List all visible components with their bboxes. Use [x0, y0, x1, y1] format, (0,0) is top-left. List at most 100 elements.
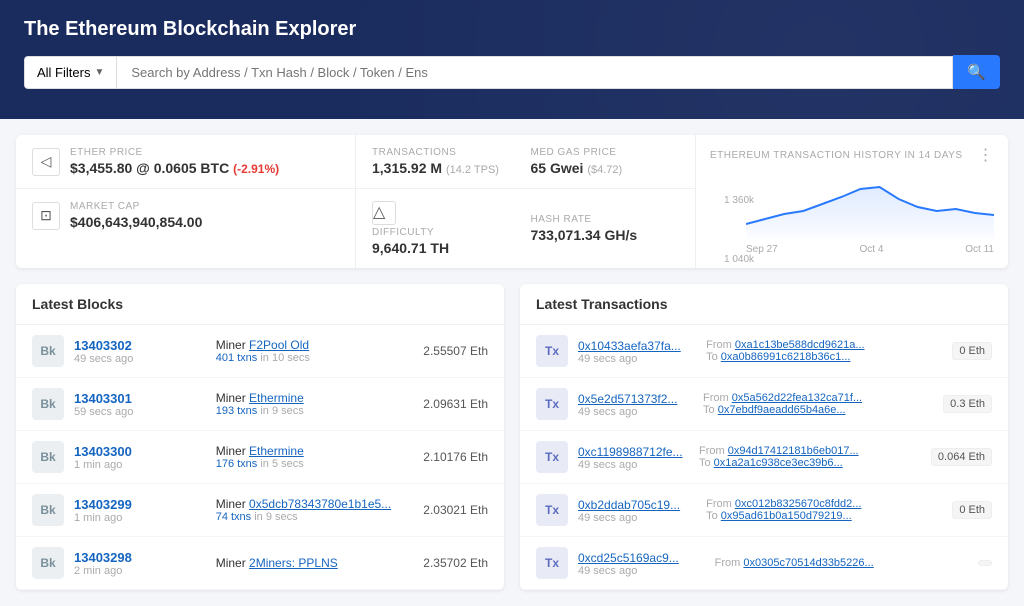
chart-x-label-3: Oct 11 [965, 244, 994, 255]
latest-blocks-panel: Latest Blocks Bk 13403302 49 secs ago Mi… [16, 284, 504, 590]
latest-transactions-panel: Latest Transactions Tx 0x10433aefa37fa..… [520, 284, 1008, 590]
tx-amount: 0 Eth [952, 501, 992, 519]
block-miner: Miner Ethermine [216, 444, 414, 458]
ether-price-value: $3,455.80 @ 0.0605 BTC (-2.91%) [70, 160, 339, 176]
search-input[interactable] [116, 56, 953, 89]
tx-time: 49 secs ago [578, 459, 689, 471]
tx-time: 49 secs ago [578, 406, 693, 418]
stats-panel: ◁ ETHER PRICE $3,455.80 @ 0.0605 BTC (-2… [16, 135, 1008, 268]
block-reward: 2.03021 Eth [423, 503, 488, 517]
from-address[interactable]: 0xc012b8325670c8fdd2... [735, 498, 862, 510]
block-miner: Miner 0x5dcb78343780e1b1e5... [216, 497, 414, 511]
stats-middle: TRANSACTIONS 1,315.92 M (14.2 TPS) MED G… [356, 135, 696, 268]
tx-to: To 0x7ebdf9aeadd65b4a6e... [703, 404, 933, 416]
block-reward: 2.09631 Eth [423, 397, 488, 411]
block-number[interactable]: 13403302 [74, 338, 132, 353]
block-time: 2 min ago [74, 565, 206, 577]
block-info: 13403302 49 secs ago [74, 338, 206, 365]
tx-badge: Tx [536, 547, 568, 579]
filter-button[interactable]: All Filters ▼ [24, 56, 116, 89]
from-address[interactable]: 0x94d17412181b6eb017... [728, 445, 859, 457]
tx-hash[interactable]: 0x10433aefa37fa... [578, 339, 681, 353]
from-address[interactable]: 0x5a562d22fea132ca71f... [732, 392, 862, 404]
difficulty-label: DIFFICULTY [372, 227, 521, 238]
difficulty-value: 9,640.71 TH [372, 240, 521, 256]
block-badge: Bk [32, 335, 64, 367]
ether-price-content: ETHER PRICE $3,455.80 @ 0.0605 BTC (-2.9… [70, 147, 339, 176]
miner-link[interactable]: Ethermine [249, 444, 304, 458]
tx-hash[interactable]: 0x5e2d571373f2... [578, 392, 677, 406]
search-bar: All Filters ▼ 🔍 [24, 55, 1000, 89]
to-address[interactable]: 0x95ad61b0a150d79219... [721, 510, 852, 522]
block-miner-col: Miner Ethermine 193 txns in 9 secs [216, 391, 414, 417]
stats-left: ◁ ETHER PRICE $3,455.80 @ 0.0605 BTC (-2… [16, 135, 356, 268]
main-content: Latest Blocks Bk 13403302 49 secs ago Mi… [0, 268, 1024, 606]
chart-options-button[interactable]: ⋮ [978, 145, 995, 165]
chart-title-row: ETHEREUM TRANSACTION HISTORY IN 14 DAYS … [710, 145, 994, 165]
search-icon: 🔍 [967, 64, 986, 81]
page-title: The Ethereum Blockchain Explorer [24, 18, 1000, 41]
block-miner-col: Miner 2Miners: PPLNS [216, 556, 414, 570]
block-info: 13403298 2 min ago [74, 550, 206, 577]
chart-title-text: ETHEREUM TRANSACTION HISTORY IN 14 DAYS [710, 150, 963, 161]
tx-item: Tx 0xb2ddab705c19... 49 secs ago From 0x… [520, 484, 1008, 537]
ether-price-row: ◁ ETHER PRICE $3,455.80 @ 0.0605 BTC (-2… [16, 135, 355, 189]
tx-badge: Tx [536, 388, 568, 420]
block-miner-col: Miner Ethermine 176 txns in 5 secs [216, 444, 414, 470]
block-number[interactable]: 13403298 [74, 550, 132, 565]
block-reward: 2.55507 Eth [423, 344, 488, 358]
tx-addresses: From 0xc012b8325670c8fdd2... To 0x95ad61… [706, 498, 942, 522]
block-item: Bk 13403299 1 min ago Miner 0x5dcb783437… [16, 484, 504, 537]
block-reward: 2.10176 Eth [423, 450, 488, 464]
to-address[interactable]: 0xa0b86991c6218b36c1... [721, 351, 851, 363]
hashrate-label: HASH RATE [531, 214, 680, 225]
market-cap-label: MARKET CAP [70, 201, 339, 212]
miner-link[interactable]: 2Miners: PPLNS [249, 556, 338, 570]
block-number[interactable]: 13403299 [74, 497, 132, 512]
tx-amount: 0.3 Eth [943, 395, 992, 413]
chart-y-labels: 1 360k 1 040k [724, 195, 754, 265]
latest-blocks-title: Latest Blocks [16, 284, 504, 325]
chart-y-high: 1 360k [724, 195, 754, 206]
tx-info: 0x10433aefa37fa... 49 secs ago [578, 338, 696, 365]
block-item: Bk 13403300 1 min ago Miner Ethermine 17… [16, 431, 504, 484]
tx-hash[interactable]: 0xcd25c5169ac9... [578, 551, 679, 565]
to-address[interactable]: 0x7ebdf9aeadd65b4a6e... [718, 404, 846, 416]
tx-info: 0x5e2d571373f2... 49 secs ago [578, 391, 693, 418]
block-miner: Miner F2Pool Old [216, 338, 414, 352]
block-item: Bk 13403301 59 secs ago Miner Ethermine … [16, 378, 504, 431]
from-address[interactable]: 0xa1c13be588dcd9621a... [735, 339, 865, 351]
search-button[interactable]: 🔍 [953, 55, 1000, 89]
tx-count: 193 txns in 9 secs [216, 405, 414, 417]
block-time: 49 secs ago [74, 353, 206, 365]
tx-from: From 0x94d17412181b6eb017... [699, 445, 921, 457]
tx-time: 49 secs ago [578, 353, 696, 365]
tx-hash[interactable]: 0xc1198988712fe... [578, 445, 683, 459]
to-address[interactable]: 0x1a2a1c938ce3ec39b6... [714, 457, 843, 469]
block-item: Bk 13403302 49 secs ago Miner F2Pool Old… [16, 325, 504, 378]
block-badge: Bk [32, 547, 64, 579]
difficulty-icon: △ [372, 201, 396, 225]
tx-count: 401 txns in 10 secs [216, 352, 414, 364]
chevron-down-icon: ▼ [94, 67, 104, 78]
tx-hash[interactable]: 0xb2ddab705c19... [578, 498, 680, 512]
from-address[interactable]: 0x0305c70514d33b5226... [743, 557, 873, 569]
tx-item: Tx 0xc1198988712fe... 49 secs ago From 0… [520, 431, 1008, 484]
transactions-label: TRANSACTIONS [372, 147, 521, 158]
block-miner-col: Miner F2Pool Old 401 txns in 10 secs [216, 338, 414, 364]
tx-from: From 0x0305c70514d33b5226... [715, 557, 968, 569]
block-number[interactable]: 13403301 [74, 391, 132, 406]
block-number[interactable]: 13403300 [74, 444, 132, 459]
tx-amount: 0 Eth [952, 342, 992, 360]
gas-label: MED GAS PRICE [531, 147, 680, 158]
transactions-gas-row: TRANSACTIONS 1,315.92 M (14.2 TPS) MED G… [356, 135, 695, 189]
tx-time: 49 secs ago [578, 512, 696, 524]
block-badge: Bk [32, 441, 64, 473]
tx-info: 0xc1198988712fe... 49 secs ago [578, 444, 689, 471]
miner-link[interactable]: F2Pool Old [249, 338, 309, 352]
miner-link[interactable]: Ethermine [249, 391, 304, 405]
tx-to: To 0x1a2a1c938ce3ec39b6... [699, 457, 921, 469]
miner-link[interactable]: 0x5dcb78343780e1b1e5... [249, 497, 391, 511]
block-badge: Bk [32, 494, 64, 526]
tx-from: From 0xc012b8325670c8fdd2... [706, 498, 942, 510]
